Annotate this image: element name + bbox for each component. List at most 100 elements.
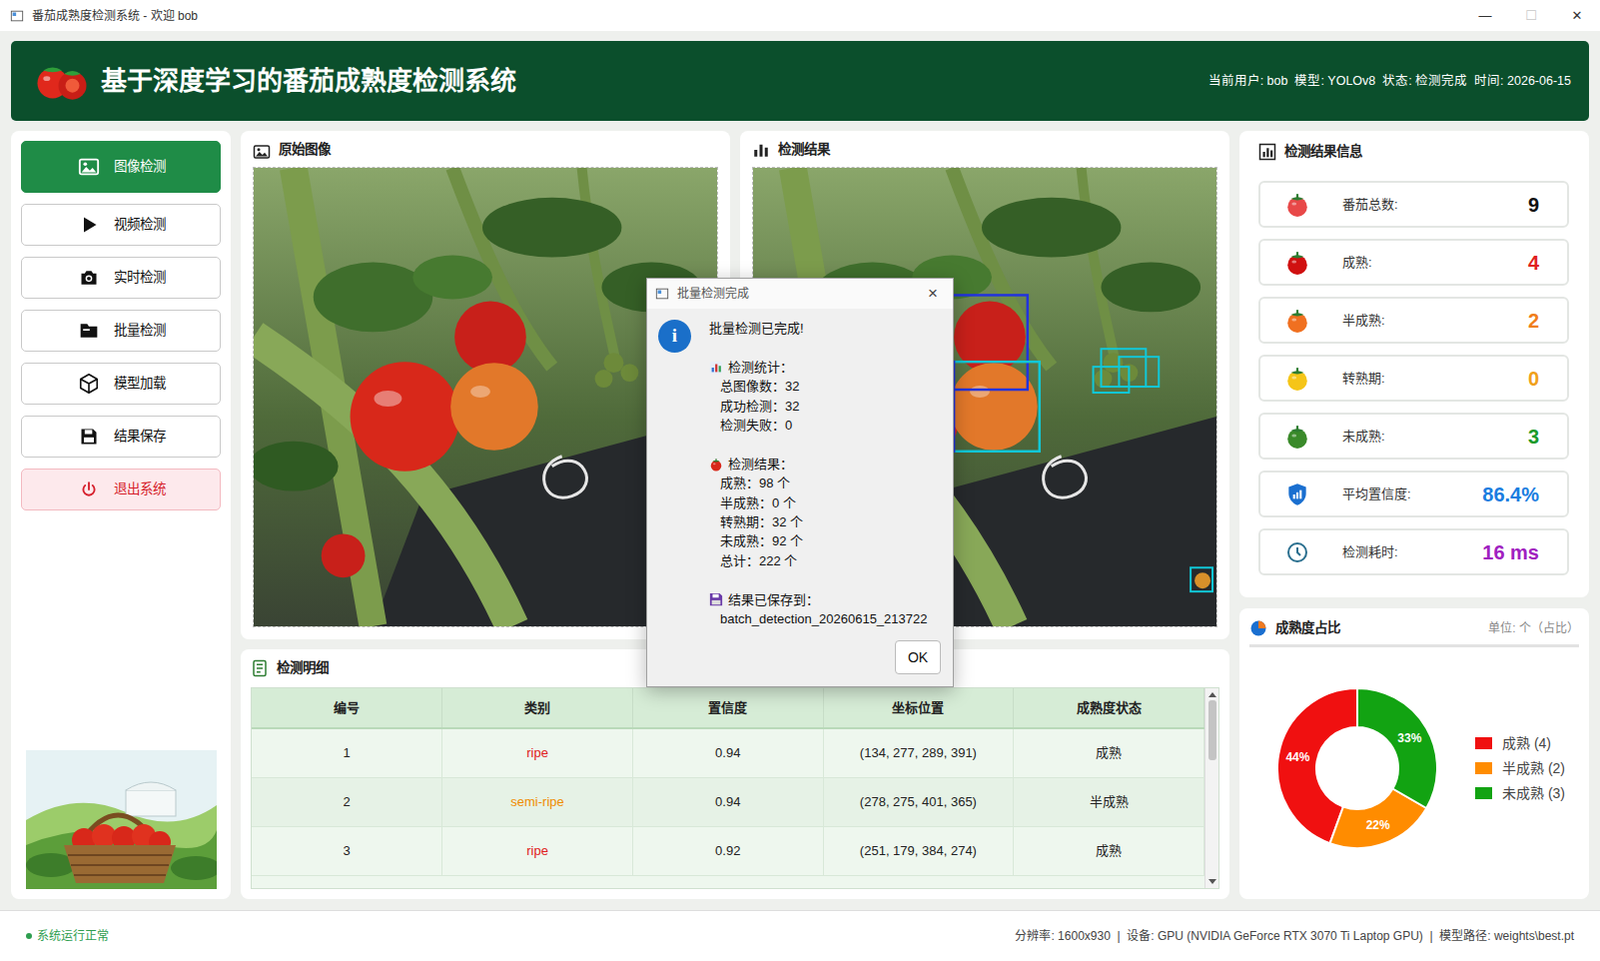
- image-icon: [252, 140, 271, 159]
- sidebar-item[interactable]: 图像检测: [20, 140, 221, 193]
- sidebar-label: 退出系统: [113, 479, 166, 500]
- shield-icon: [1284, 481, 1311, 508]
- panel-header: 检测结果: [752, 138, 1218, 161]
- table-scrollbar[interactable]: [1204, 688, 1219, 888]
- stat-card: 平均置信度:86.4%: [1258, 470, 1570, 518]
- detail-table: 编号类别置信度坐标位置成熟度状态1ripe0.94(134, 277, 289,…: [250, 687, 1220, 889]
- stat-value: 3: [1528, 421, 1540, 452]
- table-row[interactable]: 1ripe0.94(134, 277, 289, 391)成熟: [251, 728, 1205, 778]
- sidebar-item[interactable]: 实时检测: [20, 256, 221, 299]
- column-header[interactable]: 编号: [251, 688, 443, 729]
- segment-percent: 22%: [1366, 817, 1391, 832]
- green-tomato-icon: [1284, 423, 1311, 450]
- sidebar-label: 视频检测: [113, 214, 166, 235]
- dialog-footer: OK: [647, 640, 953, 687]
- table-cell: ripe: [442, 728, 634, 778]
- stat-label: 转熟期:: [1342, 368, 1386, 389]
- donut-segment[interactable]: [1357, 688, 1438, 808]
- system-info: 分辨率: 1600x930 | 设备: GPU (NVIDIA GeForce …: [1014, 926, 1575, 945]
- play-icon: [76, 212, 101, 237]
- minimize-button[interactable]: —: [1462, 0, 1509, 31]
- chart-header: 成熟度占比单位: 个（占比）: [1249, 618, 1580, 648]
- stat-value: 9: [1528, 189, 1540, 220]
- dialog-window-icon: [655, 286, 670, 301]
- stat-label: 未成熟:: [1342, 426, 1386, 447]
- pie-chart-icon: [1249, 619, 1268, 638]
- segment-percent: 44%: [1285, 751, 1310, 766]
- bar-chart-icon: [752, 140, 771, 159]
- stat-value: 4: [1528, 247, 1540, 278]
- table-cell: 成熟: [1013, 825, 1205, 875]
- batch-complete-dialog: 批量检测完成×i批量检测已完成!检测统计：总图像数：32成功检测：32检测失败：…: [646, 277, 954, 688]
- status-text: 系统运行正常: [36, 926, 109, 945]
- table-row[interactable]: 2semi-ripe0.94(278, 275, 401, 365)半成熟: [251, 777, 1205, 826]
- sidebar-item[interactable]: 批量检测: [20, 309, 221, 352]
- section-line: 检测失败：0: [709, 415, 927, 435]
- scroll-thumb[interactable]: [1208, 700, 1217, 761]
- column-header[interactable]: 置信度: [632, 688, 823, 729]
- panel-header: 检测结果信息: [1258, 140, 1570, 163]
- stat-label: 成熟:: [1342, 252, 1373, 273]
- legend-swatch: [1475, 737, 1493, 750]
- header-info: 当前用户: bob 模型: YOLOv8 状态: 检测完成 时间: 2026-0…: [1208, 71, 1572, 91]
- app-window-icon: [9, 8, 24, 23]
- sidebar-label: 图像检测: [113, 156, 166, 177]
- sidebar-item[interactable]: 结果保存: [20, 415, 221, 458]
- table-cell: ripe: [442, 825, 634, 875]
- stat-label: 检测耗时:: [1342, 542, 1399, 563]
- sidebar-item[interactable]: 视频检测: [20, 203, 221, 246]
- section-line: 总图像数：32: [709, 376, 927, 396]
- scroll-down-arrow-icon[interactable]: [1208, 878, 1217, 884]
- ripeness-chart-panel: 成熟度占比单位: 个（占比） 44% 22% 33% 成熟 (4)半成熟 (2)未成熟 …: [1239, 608, 1590, 899]
- dialog-message: 批量检测已完成!检测统计：总图像数：32成功检测：32检测失败：0检测结果：成熟…: [709, 318, 927, 629]
- window-title: 番茄成熟度检测系统 - 欢迎 bob: [31, 6, 198, 25]
- sidebar-item[interactable]: 退出系统: [20, 468, 221, 511]
- chart-unit: 单位: 个（占比）: [1488, 619, 1580, 638]
- tomato-icon: [1284, 191, 1311, 218]
- sidebar-label: 模型加载: [113, 373, 166, 394]
- table-cell: 0.94: [632, 777, 823, 826]
- table-cell: 成熟: [1013, 728, 1205, 778]
- sidebar-item[interactable]: 模型加载: [20, 362, 221, 405]
- power-icon: [76, 477, 101, 502]
- section-line: 总计：222 个: [709, 551, 927, 571]
- sidebar-label: 结果保存: [113, 426, 166, 447]
- orange-tomato-icon: [1284, 307, 1311, 334]
- section-title: 检测结果：: [728, 454, 794, 474]
- ok-button[interactable]: OK: [894, 640, 941, 675]
- close-button[interactable]: ✕: [1554, 0, 1600, 31]
- section-line: 未成熟：92 个: [709, 531, 927, 551]
- table-header-row: 编号类别置信度坐标位置成熟度状态: [251, 688, 1205, 729]
- app-header: 基于深度学习的番茄成熟度检测系统当前用户: bob 模型: YOLOv8 状态:…: [10, 40, 1590, 121]
- dialog-section: 检测统计：总图像数：32成功检测：32检测失败：0: [709, 357, 927, 436]
- dialog-section: 结果已保存到：batch_detection_20260615_213722: [709, 590, 927, 630]
- legend-item: 成熟 (4): [1475, 733, 1566, 755]
- chart-legend: 成熟 (4)半成熟 (2)未成熟 (3): [1475, 733, 1566, 804]
- system-status: 系统运行正常: [25, 926, 109, 945]
- column-header[interactable]: 类别: [442, 688, 634, 729]
- panel-title: 检测结果: [778, 139, 830, 160]
- panel-title: 检测明细: [276, 658, 329, 679]
- column-header[interactable]: 成熟度状态: [1013, 688, 1205, 729]
- section-heading: 检测结果：: [709, 454, 927, 474]
- table-row[interactable]: 3ripe0.92(251, 179, 384, 274)成熟: [251, 825, 1205, 875]
- legend-label: 未成熟 (3): [1502, 783, 1566, 804]
- segment-percent: 33%: [1397, 731, 1422, 746]
- scroll-up-arrow-icon[interactable]: [1208, 692, 1217, 698]
- section-heading: 结果已保存到：: [709, 590, 927, 610]
- dialog-title: 批量检测完成: [677, 284, 750, 303]
- dialog-headline: 批量检测已完成!: [709, 318, 927, 338]
- camera-icon: [76, 265, 101, 290]
- panel-title: 检测结果信息: [1284, 141, 1363, 162]
- yellow-tomato-icon: [1284, 365, 1311, 392]
- dialog-close-button[interactable]: ×: [912, 278, 953, 309]
- stat-value: 0: [1528, 363, 1540, 394]
- window-title-bar: 番茄成熟度检测系统 - 欢迎 bob—☐✕: [0, 0, 1600, 31]
- panel-title: 原始图像: [278, 139, 331, 160]
- table-cell: (278, 275, 401, 365): [822, 777, 1014, 826]
- tomato-basket-illustration: [25, 750, 217, 889]
- column-header[interactable]: 坐标位置: [822, 688, 1014, 729]
- bar-chart-icon: [709, 360, 724, 375]
- table-cell: 1: [251, 728, 443, 778]
- result-info-panel: 检测结果信息番茄总数:9成熟:4半成熟:2转熟期:0未成熟:3平均置信度:86.…: [1239, 130, 1590, 598]
